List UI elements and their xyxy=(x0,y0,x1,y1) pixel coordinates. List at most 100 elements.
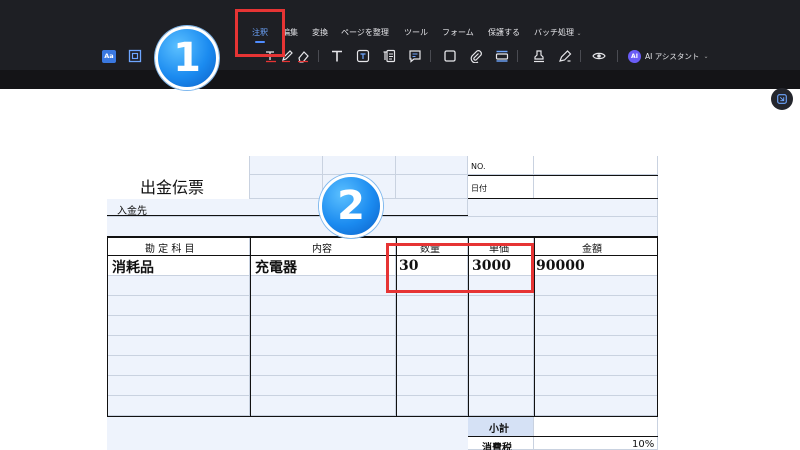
table-cell[interactable] xyxy=(396,296,468,316)
toolbar-separator xyxy=(430,50,431,62)
table-cell[interactable] xyxy=(107,336,250,356)
table-cell[interactable] xyxy=(250,296,396,316)
table-cell[interactable] xyxy=(534,376,658,396)
table-cell[interactable] xyxy=(468,376,534,396)
menu-convert[interactable]: 変換 xyxy=(312,24,328,42)
toolbar-separator xyxy=(617,50,618,62)
no-value-cell xyxy=(534,156,658,175)
step-badge-2: 2 xyxy=(319,174,383,238)
comment-tool[interactable] xyxy=(406,47,424,65)
rule xyxy=(107,236,658,238)
row-content[interactable]: 充電器 xyxy=(255,257,297,277)
table-cell[interactable] xyxy=(468,276,534,296)
measure-tool[interactable] xyxy=(493,47,511,65)
paperclip-icon xyxy=(470,50,482,63)
rule xyxy=(468,198,658,199)
table-cell[interactable] xyxy=(468,336,534,356)
table-cell[interactable] xyxy=(468,396,534,416)
eye-icon xyxy=(592,52,606,60)
eraser-tool[interactable] xyxy=(294,47,312,65)
grid-cell xyxy=(396,175,468,199)
table-cell[interactable] xyxy=(396,376,468,396)
textbox-tool[interactable] xyxy=(354,47,372,65)
ai-panel-icon xyxy=(777,94,787,104)
table-cell[interactable] xyxy=(107,296,250,316)
date-value-cell xyxy=(534,175,658,199)
toolbar-bottom-strip xyxy=(0,70,800,89)
rule xyxy=(107,236,108,417)
text-icon xyxy=(266,51,276,63)
table-cell[interactable] xyxy=(107,376,250,396)
table-cell[interactable] xyxy=(250,356,396,376)
table-cell[interactable] xyxy=(468,296,534,316)
menu-tools[interactable]: ツール xyxy=(404,24,428,42)
callout-tool[interactable] xyxy=(380,47,398,65)
table-cell[interactable] xyxy=(534,296,658,316)
table-cell[interactable] xyxy=(396,316,468,336)
active-tab-underline xyxy=(255,41,265,43)
text-tool-icon xyxy=(332,50,342,62)
text-select-tool[interactable]: Aa xyxy=(100,47,118,65)
menu-batch-process-label: バッチ処理 xyxy=(534,28,574,37)
chevron-down-icon: ⌄ xyxy=(703,52,709,60)
grid-cell xyxy=(323,156,396,175)
table-cell[interactable] xyxy=(250,336,396,356)
text-highlight-icon: Aa xyxy=(102,49,116,63)
spacer-row xyxy=(107,217,658,237)
table-cell[interactable] xyxy=(396,336,468,356)
menu-protect[interactable]: 保護する xyxy=(488,24,520,42)
row-account[interactable]: 消耗品 xyxy=(112,257,154,277)
subtotal-label: 小計 xyxy=(489,424,509,435)
table-cell[interactable] xyxy=(534,336,658,356)
table-cell[interactable] xyxy=(107,356,250,376)
grid-cell xyxy=(250,175,323,199)
table-cell[interactable] xyxy=(250,276,396,296)
col-amount-header: 金額 xyxy=(582,244,602,255)
row-amount[interactable]: 90000 xyxy=(536,258,585,274)
col-content-header: 内容 xyxy=(312,244,332,255)
signature-tool[interactable] xyxy=(556,47,574,65)
side-panel-button[interactable] xyxy=(771,88,793,110)
col-account-header: 勘 定 科 目 xyxy=(145,244,195,255)
menu-edit[interactable]: 編集 xyxy=(282,24,298,42)
menu-forms[interactable]: フォーム xyxy=(442,24,474,42)
menu-organize-pages[interactable]: ページを整理 xyxy=(341,24,389,42)
table-cell[interactable] xyxy=(396,396,468,416)
table-cell[interactable] xyxy=(534,316,658,336)
table-cell[interactable] xyxy=(534,396,658,416)
table-cell[interactable] xyxy=(250,376,396,396)
menu-annotate[interactable]: 注釈 xyxy=(252,24,268,42)
step-badge-1: 1 xyxy=(155,26,219,90)
ai-assistant-button[interactable]: AI AI アシスタント ⌄ xyxy=(628,47,708,65)
table-cell[interactable] xyxy=(468,356,534,376)
table-cell[interactable] xyxy=(534,276,658,296)
table-cell[interactable] xyxy=(107,276,250,296)
toolbar-separator xyxy=(318,50,319,62)
stamp-tool[interactable] xyxy=(530,47,548,65)
rule xyxy=(107,255,658,256)
stamp-bar-icon xyxy=(495,50,509,62)
table-cell[interactable] xyxy=(468,316,534,336)
table-cell[interactable] xyxy=(396,276,468,296)
row-quantity[interactable]: 30 xyxy=(399,258,418,274)
rectangle-tool[interactable] xyxy=(441,47,459,65)
table-cell[interactable] xyxy=(107,396,250,416)
table-cell[interactable] xyxy=(107,316,250,336)
add-text-tool[interactable] xyxy=(328,47,346,65)
callout-icon xyxy=(383,49,396,63)
table-cell[interactable] xyxy=(534,356,658,376)
visibility-toggle[interactable] xyxy=(590,47,608,65)
toolbar-separator xyxy=(580,50,581,62)
col-quantity-header: 数量 xyxy=(420,244,440,255)
table-cell[interactable] xyxy=(250,316,396,336)
table-cell[interactable] xyxy=(250,396,396,416)
attach-tool[interactable] xyxy=(467,47,485,65)
menu-batch-process[interactable]: バッチ処理 ⌄ xyxy=(534,24,582,42)
no-label: NO. xyxy=(471,162,486,171)
rule xyxy=(250,236,251,417)
table-cell[interactable] xyxy=(396,356,468,376)
step-badge-1-text: 1 xyxy=(173,35,201,81)
row-unit-price[interactable]: 3000 xyxy=(472,258,511,274)
signature-icon xyxy=(559,50,572,62)
area-select-tool[interactable] xyxy=(126,47,144,65)
